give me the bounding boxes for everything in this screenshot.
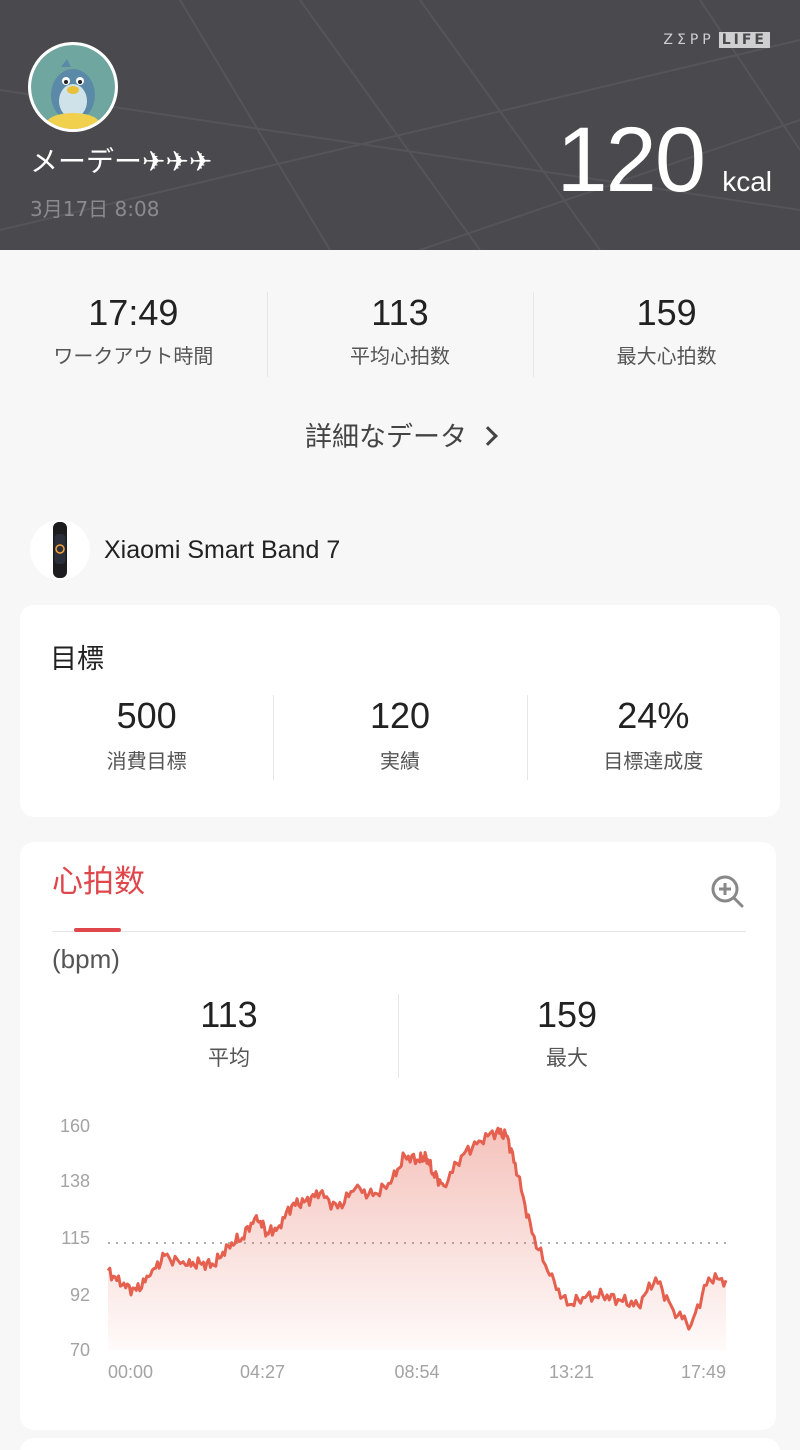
- penguin-avatar-icon: [31, 45, 115, 129]
- chevron-right-icon: [478, 425, 498, 446]
- device-name: Xiaomi Smart Band 7: [104, 535, 341, 564]
- zepp-life-logo: ZΣPP LIFE: [663, 32, 770, 48]
- workout-date: 3月17日 8:08: [30, 197, 160, 221]
- stat-value: 17:49: [88, 292, 179, 333]
- stat-label: 平均心拍数: [350, 344, 450, 368]
- y-tick-label: 138: [60, 1171, 90, 1191]
- goal-value: 500: [116, 695, 177, 736]
- y-tick-label: 115: [61, 1228, 90, 1248]
- goal-actual: 120 実績: [273, 695, 526, 785]
- next-card: [20, 1438, 780, 1450]
- stat-label: 最大心拍数: [616, 344, 717, 368]
- goal-label: 実績: [379, 749, 420, 773]
- y-tick-label: 70: [70, 1340, 90, 1360]
- goal-card: 目標 500 消費目標 120 実績 24% 目標達成度: [20, 605, 780, 817]
- stat-label: ワークアウト時間: [53, 344, 214, 368]
- calories-unit: kcal: [722, 166, 772, 197]
- device-row[interactable]: Xiaomi Smart Band 7: [30, 520, 340, 580]
- y-tick-label: 92: [70, 1285, 90, 1305]
- stat-avg-heart-rate: 113 平均心拍数: [266, 282, 534, 382]
- stat-value: 159: [636, 292, 697, 333]
- user-avatar[interactable]: [28, 42, 118, 132]
- stat-value: 113: [371, 292, 429, 333]
- goal-value: 24%: [617, 695, 690, 736]
- goal-value: 120: [369, 695, 431, 736]
- goal-achievement: 24% 目標達成度: [526, 695, 780, 785]
- x-tick-label: 08:54: [394, 1362, 439, 1382]
- y-tick-label: 160: [60, 1116, 90, 1136]
- goal-title: 目標: [50, 644, 104, 675]
- user-name: メーデー✈✈✈: [30, 145, 213, 178]
- x-tick-label: 17:49: [681, 1362, 726, 1382]
- goal-target: 500 消費目標: [20, 695, 273, 785]
- goal-stats: 500 消費目標 120 実績 24% 目標達成度: [20, 695, 780, 785]
- brand-text: ZΣPP: [663, 32, 715, 48]
- brand-box: LIFE: [718, 32, 770, 48]
- x-tick-label: 04:27: [240, 1362, 285, 1382]
- heart-rate-chart: 160 138 115 92 70 00:00 04:27 08:54 13:21 17:49: [60, 1116, 728, 1382]
- calories-value: 120: [556, 109, 706, 211]
- detailed-data-label: 詳細なデータ: [305, 422, 467, 453]
- x-tick-label: 00:00: [108, 1362, 153, 1382]
- summary-stats: 17:49 ワークアウト時間 113 平均心拍数 159 最大心拍数: [0, 282, 800, 382]
- heart-rate-card: 心拍数 (bpm) 113 平均 159 最大 160 138 115 92 70 00…: [20, 842, 776, 1430]
- stat-workout-time: 17:49 ワークアウト時間: [0, 282, 267, 382]
- x-tick-label: 13:21: [549, 1362, 594, 1382]
- workout-header: メーデー✈✈✈ 3月17日 8:08 ZΣPP LIFE 120 kcal: [0, 0, 800, 250]
- goal-label: 消費目標: [106, 749, 187, 773]
- stat-max-heart-rate: 159 最大心拍数: [533, 282, 800, 382]
- detailed-data-link[interactable]: 詳細なデータ: [0, 415, 800, 454]
- goal-label: 目標達成度: [603, 749, 704, 773]
- band-device-icon: [30, 520, 90, 580]
